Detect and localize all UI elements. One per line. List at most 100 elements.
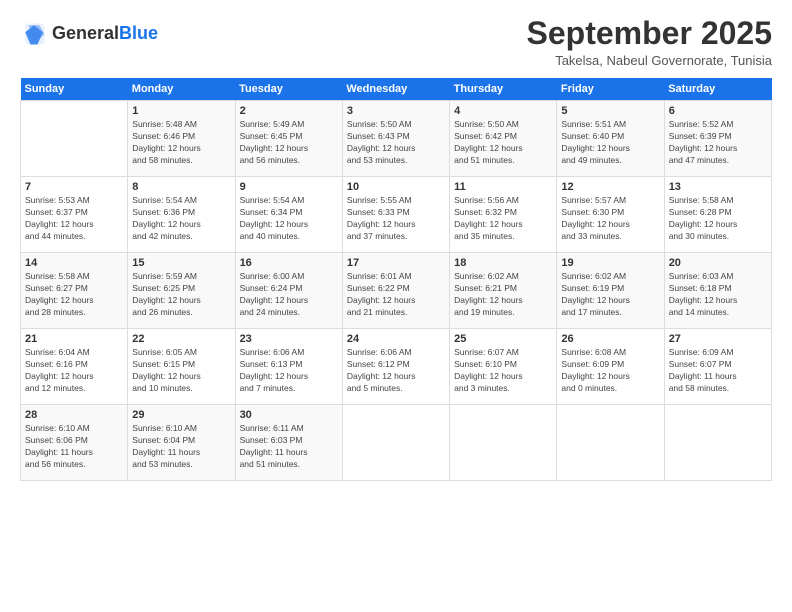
day-number: 8 — [132, 181, 230, 193]
day-info: Sunrise: 6:05 AMSunset: 6:15 PMDaylight:… — [132, 347, 230, 395]
day-cell: 18 Sunrise: 6:02 AMSunset: 6:21 PMDayligh… — [450, 253, 557, 329]
day-cell: 15 Sunrise: 5:59 AMSunset: 6:25 PMDayligh… — [128, 253, 235, 329]
day-cell: 10 Sunrise: 5:55 AMSunset: 6:33 PMDayligh… — [342, 177, 449, 253]
day-cell: 7 Sunrise: 5:53 AMSunset: 6:37 PMDaylight… — [21, 177, 128, 253]
header-cell-sunday: Sunday — [21, 78, 128, 101]
day-number: 9 — [240, 181, 338, 193]
day-cell — [21, 101, 128, 177]
day-info: Sunrise: 5:53 AMSunset: 6:37 PMDaylight:… — [25, 195, 123, 243]
day-cell: 20Sunrise: 6:03 AMSunset: 6:18 PMDayligh… — [664, 253, 771, 329]
day-cell: 8Sunrise: 5:54 AMSunset: 6:36 PMDaylight… — [128, 177, 235, 253]
day-number: 13 — [669, 181, 767, 193]
day-info: Sunrise: 5:51 AMSunset: 6:40 PMDaylight:… — [561, 119, 659, 167]
day-cell: 22Sunrise: 6:05 AMSunset: 6:15 PMDayligh… — [128, 329, 235, 405]
day-cell — [664, 405, 771, 481]
day-number: 19 — [561, 257, 659, 269]
day-cell: 4 Sunrise: 5:50 AMSunset: 6:42 PMDaylight… — [450, 101, 557, 177]
day-number: 7 — [25, 181, 123, 193]
title-section: September 2025 Takelsa, Nabeul Governora… — [527, 16, 772, 68]
day-cell — [557, 405, 664, 481]
day-info: Sunrise: 5:50 AMSunset: 6:43 PMDaylight:… — [347, 119, 445, 167]
day-number: 4 — [454, 105, 552, 117]
logo-line1: GeneralBlue — [52, 24, 158, 44]
header: GeneralBlue September 2025 Takelsa, Nabe… — [20, 16, 772, 68]
day-cell: 30 Sunrise: 6:11 AMSunset: 6:03 PMDayligh… — [235, 405, 342, 481]
day-cell: 19 Sunrise: 6:02 AMSunset: 6:19 PMDayligh… — [557, 253, 664, 329]
day-number: 14 — [25, 257, 123, 269]
day-cell: 29 Sunrise: 6:10 AMSunset: 6:04 PMDayligh… — [128, 405, 235, 481]
day-info: Sunrise: 6:06 AMSunset: 6:13 PMDaylight:… — [240, 347, 338, 395]
day-info: Sunrise: 5:49 AMSunset: 6:45 PMDaylight:… — [240, 119, 338, 167]
day-info: Sunrise: 6:10 AMSunset: 6:04 PMDaylight:… — [132, 423, 230, 471]
day-cell: 21 Sunrise: 6:04 AMSunset: 6:16 PMDayligh… — [21, 329, 128, 405]
day-info: Sunrise: 6:00 AMSunset: 6:24 PMDaylight:… — [240, 271, 338, 319]
day-cell: 16Sunrise: 6:00 AMSunset: 6:24 PMDayligh… — [235, 253, 342, 329]
day-info: Sunrise: 6:11 AMSunset: 6:03 PMDaylight:… — [240, 423, 338, 471]
header-row: SundayMondayTuesdayWednesdayThursdayFrid… — [21, 78, 772, 101]
day-info: Sunrise: 5:54 AMSunset: 6:34 PMDaylight:… — [240, 195, 338, 243]
day-cell: 26 Sunrise: 6:08 AMSunset: 6:09 PMDayligh… — [557, 329, 664, 405]
day-number: 28 — [25, 409, 123, 421]
day-number: 15 — [132, 257, 230, 269]
logo-icon — [20, 20, 48, 48]
day-info: Sunrise: 5:59 AMSunset: 6:25 PMDaylight:… — [132, 271, 230, 319]
day-number: 30 — [240, 409, 338, 421]
day-info: Sunrise: 5:48 AMSunset: 6:46 PMDaylight:… — [132, 119, 230, 167]
week-row-4: 21 Sunrise: 6:04 AMSunset: 6:16 PMDayligh… — [21, 329, 772, 405]
day-cell: 5Sunrise: 5:51 AMSunset: 6:40 PMDaylight… — [557, 101, 664, 177]
day-cell: 2 Sunrise: 5:49 AMSunset: 6:45 PMDaylight… — [235, 101, 342, 177]
subtitle: Takelsa, Nabeul Governorate, Tunisia — [527, 53, 772, 68]
day-info: Sunrise: 6:09 AMSunset: 6:07 PMDaylight:… — [669, 347, 767, 395]
day-info: Sunrise: 6:04 AMSunset: 6:16 PMDaylight:… — [25, 347, 123, 395]
header-cell-tuesday: Tuesday — [235, 78, 342, 101]
day-number: 10 — [347, 181, 445, 193]
day-info: Sunrise: 6:07 AMSunset: 6:10 PMDaylight:… — [454, 347, 552, 395]
day-number: 11 — [454, 181, 552, 193]
day-cell: 14 Sunrise: 5:58 AMSunset: 6:27 PMDayligh… — [21, 253, 128, 329]
day-cell: 12Sunrise: 5:57 AMSunset: 6:30 PMDayligh… — [557, 177, 664, 253]
day-cell: 27 Sunrise: 6:09 AMSunset: 6:07 PMDayligh… — [664, 329, 771, 405]
day-number: 17 — [347, 257, 445, 269]
header-cell-wednesday: Wednesday — [342, 78, 449, 101]
day-info: Sunrise: 6:02 AMSunset: 6:21 PMDaylight:… — [454, 271, 552, 319]
day-info: Sunrise: 6:08 AMSunset: 6:09 PMDaylight:… — [561, 347, 659, 395]
day-cell: 17 Sunrise: 6:01 AMSunset: 6:22 PMDayligh… — [342, 253, 449, 329]
header-cell-monday: Monday — [128, 78, 235, 101]
day-cell: 25Sunrise: 6:07 AMSunset: 6:10 PMDayligh… — [450, 329, 557, 405]
day-info: Sunrise: 5:58 AMSunset: 6:27 PMDaylight:… — [25, 271, 123, 319]
day-number: 21 — [25, 333, 123, 345]
day-number: 3 — [347, 105, 445, 117]
day-info: Sunrise: 5:50 AMSunset: 6:42 PMDaylight:… — [454, 119, 552, 167]
day-number: 18 — [454, 257, 552, 269]
day-number: 27 — [669, 333, 767, 345]
logo: GeneralBlue — [20, 20, 158, 48]
day-cell: 3 Sunrise: 5:50 AMSunset: 6:43 PMDaylight… — [342, 101, 449, 177]
week-row-1: 1 Sunrise: 5:48 AMSunset: 6:46 PMDaylight… — [21, 101, 772, 177]
header-cell-friday: Friday — [557, 78, 664, 101]
day-cell: 23Sunrise: 6:06 AMSunset: 6:13 PMDayligh… — [235, 329, 342, 405]
day-info: Sunrise: 5:55 AMSunset: 6:33 PMDaylight:… — [347, 195, 445, 243]
month-title: September 2025 — [527, 16, 772, 51]
day-info: Sunrise: 5:56 AMSunset: 6:32 PMDaylight:… — [454, 195, 552, 243]
day-cell: 11 Sunrise: 5:56 AMSunset: 6:32 PMDayligh… — [450, 177, 557, 253]
day-info: Sunrise: 6:06 AMSunset: 6:12 PMDaylight:… — [347, 347, 445, 395]
day-info: Sunrise: 5:58 AMSunset: 6:28 PMDaylight:… — [669, 195, 767, 243]
day-number: 2 — [240, 105, 338, 117]
day-info: Sunrise: 5:57 AMSunset: 6:30 PMDaylight:… — [561, 195, 659, 243]
day-cell: 6Sunrise: 5:52 AMSunset: 6:39 PMDaylight… — [664, 101, 771, 177]
day-number: 29 — [132, 409, 230, 421]
day-info: Sunrise: 6:10 AMSunset: 6:06 PMDaylight:… — [25, 423, 123, 471]
week-row-2: 7 Sunrise: 5:53 AMSunset: 6:37 PMDaylight… — [21, 177, 772, 253]
day-number: 26 — [561, 333, 659, 345]
day-info: Sunrise: 6:02 AMSunset: 6:19 PMDaylight:… — [561, 271, 659, 319]
day-info: Sunrise: 6:01 AMSunset: 6:22 PMDaylight:… — [347, 271, 445, 319]
day-cell: 13 Sunrise: 5:58 AMSunset: 6:28 PMDayligh… — [664, 177, 771, 253]
calendar-table: SundayMondayTuesdayWednesdayThursdayFrid… — [20, 78, 772, 481]
day-number: 24 — [347, 333, 445, 345]
day-number: 20 — [669, 257, 767, 269]
day-cell: 24 Sunrise: 6:06 AMSunset: 6:12 PMDayligh… — [342, 329, 449, 405]
day-cell: 1 Sunrise: 5:48 AMSunset: 6:46 PMDaylight… — [128, 101, 235, 177]
day-cell — [342, 405, 449, 481]
week-row-5: 28 Sunrise: 6:10 AMSunset: 6:06 PMDayligh… — [21, 405, 772, 481]
day-number: 1 — [132, 105, 230, 117]
